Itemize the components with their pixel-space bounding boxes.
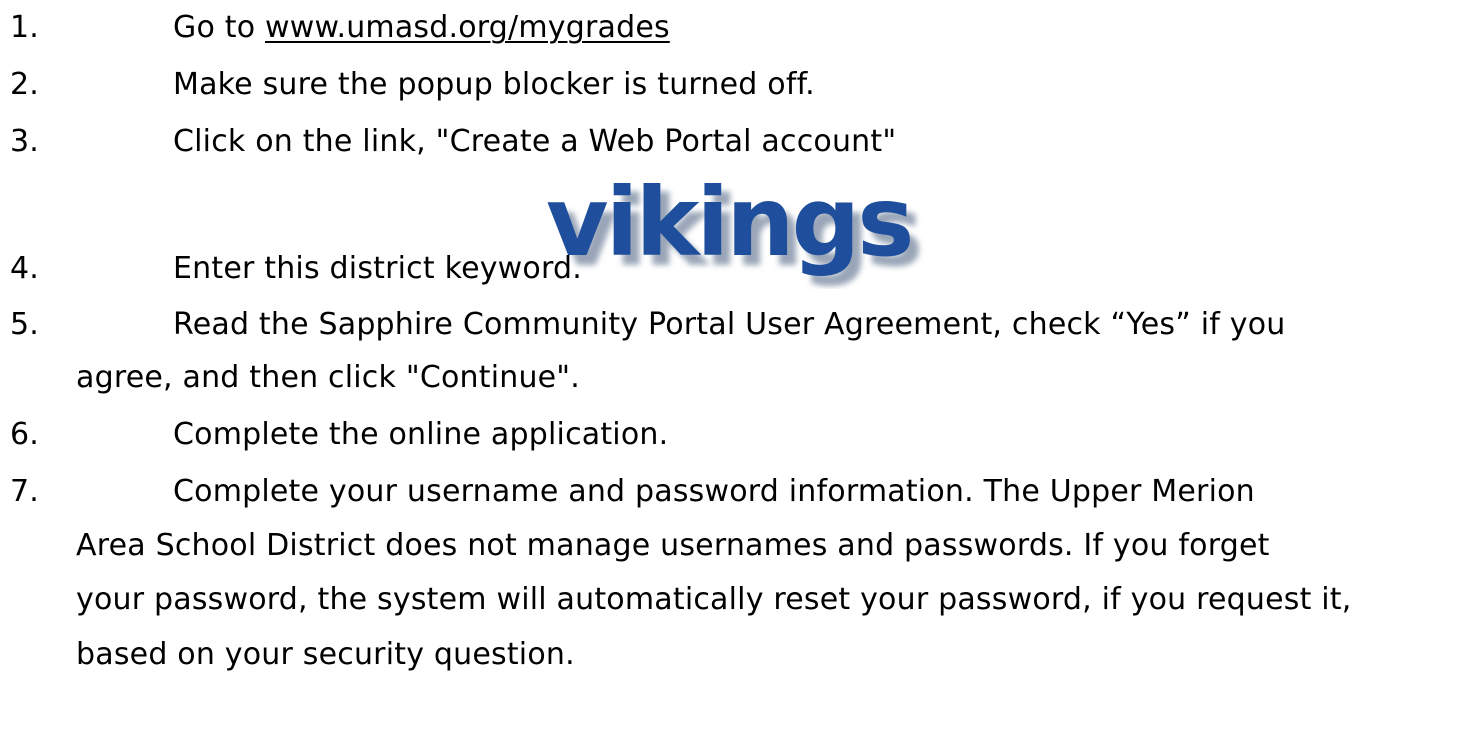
step-number: 5. — [10, 307, 40, 342]
step-text-line-3: your password, the system will automatic… — [76, 582, 1352, 617]
step-number: 7. — [10, 474, 40, 509]
mygrades-link[interactable]: www.umasd.org/mygrades — [265, 10, 670, 45]
instructions-document: 1. Go to www.umasd.org/mygrades 2. Make … — [0, 0, 1461, 742]
step-text: Complete the online application. — [173, 417, 669, 452]
step-text-line-1: Read the Sapphire Community Portal User … — [173, 307, 1286, 342]
step-number: 6. — [10, 417, 40, 452]
step-prefix: Go to — [173, 10, 265, 45]
step-number: 1. — [10, 10, 40, 45]
step-number: 4. — [10, 251, 40, 286]
step-text-line-4: based on your security question. — [76, 637, 575, 672]
step-text: Click on the link, "Create a Web Portal … — [173, 124, 897, 159]
step-text: Make sure the popup blocker is turned of… — [173, 67, 815, 102]
step-number: 2. — [10, 67, 40, 102]
step-text: Enter this district keyword. — [173, 251, 582, 286]
vikings-keyword-logo: vikings vikings — [541, 183, 981, 289]
step-text-line-1: Complete your username and password info… — [173, 474, 1255, 509]
step-text-line-2: Area School District does not manage use… — [76, 528, 1270, 563]
logo-text: vikings — [546, 183, 911, 278]
vikings-logo-image: vikings vikings — [546, 183, 923, 288]
step-number: 3. — [10, 124, 40, 159]
step-text: Go to www.umasd.org/mygrades — [173, 6, 670, 50]
step-text-line-2: agree, and then click "Continue". — [76, 360, 581, 395]
